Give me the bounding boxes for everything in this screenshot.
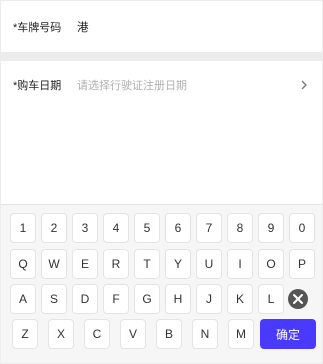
section-divider — [1, 52, 322, 61]
key-y[interactable]: Y — [165, 249, 191, 279]
key-m[interactable]: M — [228, 319, 254, 349]
plate-value[interactable]: 港 — [77, 19, 89, 35]
key-1[interactable]: 1 — [10, 213, 36, 243]
key-k[interactable]: K — [227, 284, 253, 314]
plate-keyboard: 1234567890 QWERTYUIOP ASDFGHJKL 确定 ZXCVB… — [1, 204, 322, 363]
key-d[interactable]: D — [72, 284, 98, 314]
key-8[interactable]: 8 — [227, 213, 253, 243]
key-e[interactable]: E — [72, 249, 98, 279]
plate-label: *车牌号码 — [13, 22, 62, 34]
key-g[interactable]: G — [134, 284, 160, 314]
delete-circle-icon — [288, 289, 308, 309]
key-t[interactable]: T — [134, 249, 160, 279]
keyboard-row-qwerty: QWERTYUIOP — [1, 249, 322, 279]
key-3[interactable]: 3 — [72, 213, 98, 243]
key-4[interactable]: 4 — [103, 213, 129, 243]
key-q[interactable]: Q — [10, 249, 36, 279]
keyboard-row-digits: 1234567890 — [1, 213, 322, 243]
delete-key[interactable] — [285, 284, 311, 314]
key-6[interactable]: 6 — [165, 213, 191, 243]
key-0[interactable]: 0 — [289, 213, 315, 243]
key-w[interactable]: W — [41, 249, 67, 279]
key-i[interactable]: I — [227, 249, 253, 279]
key-s[interactable]: S — [41, 284, 67, 314]
key-5[interactable]: 5 — [134, 213, 160, 243]
chevron-right-icon — [301, 80, 307, 90]
keyboard-row-zxcv: 确定 ZXCVBNM — [1, 319, 322, 349]
key-b[interactable]: B — [156, 319, 182, 349]
key-l[interactable]: L — [258, 284, 284, 314]
key-j[interactable]: J — [196, 284, 222, 314]
key-2[interactable]: 2 — [41, 213, 67, 243]
key-z[interactable]: Z — [12, 319, 38, 349]
key-f[interactable]: F — [103, 284, 129, 314]
key-p[interactable]: P — [289, 249, 315, 279]
key-7[interactable]: 7 — [196, 213, 222, 243]
key-o[interactable]: O — [258, 249, 284, 279]
key-u[interactable]: U — [196, 249, 222, 279]
key-9[interactable]: 9 — [258, 213, 284, 243]
confirm-button[interactable]: 确定 — [260, 319, 316, 349]
plate-row[interactable]: *车牌号码 港 — [1, 7, 322, 47]
key-a[interactable]: A — [10, 284, 36, 314]
key-c[interactable]: C — [84, 319, 110, 349]
key-r[interactable]: R — [103, 249, 129, 279]
keyboard-row-asdf: ASDFGHJKL — [1, 284, 322, 314]
purchase-date-placeholder: 请选择行驶证注册日期 — [77, 80, 187, 92]
purchase-date-row[interactable]: *购车日期 请选择行驶证注册日期 — [1, 65, 322, 105]
screen: *车牌号码 港 *购车日期 请选择行驶证注册日期 1234567890 QWER… — [0, 0, 323, 364]
key-h[interactable]: H — [165, 284, 191, 314]
key-x[interactable]: X — [48, 319, 74, 349]
key-v[interactable]: V — [120, 319, 146, 349]
purchase-date-label: *购车日期 — [13, 80, 62, 92]
key-n[interactable]: N — [192, 319, 218, 349]
